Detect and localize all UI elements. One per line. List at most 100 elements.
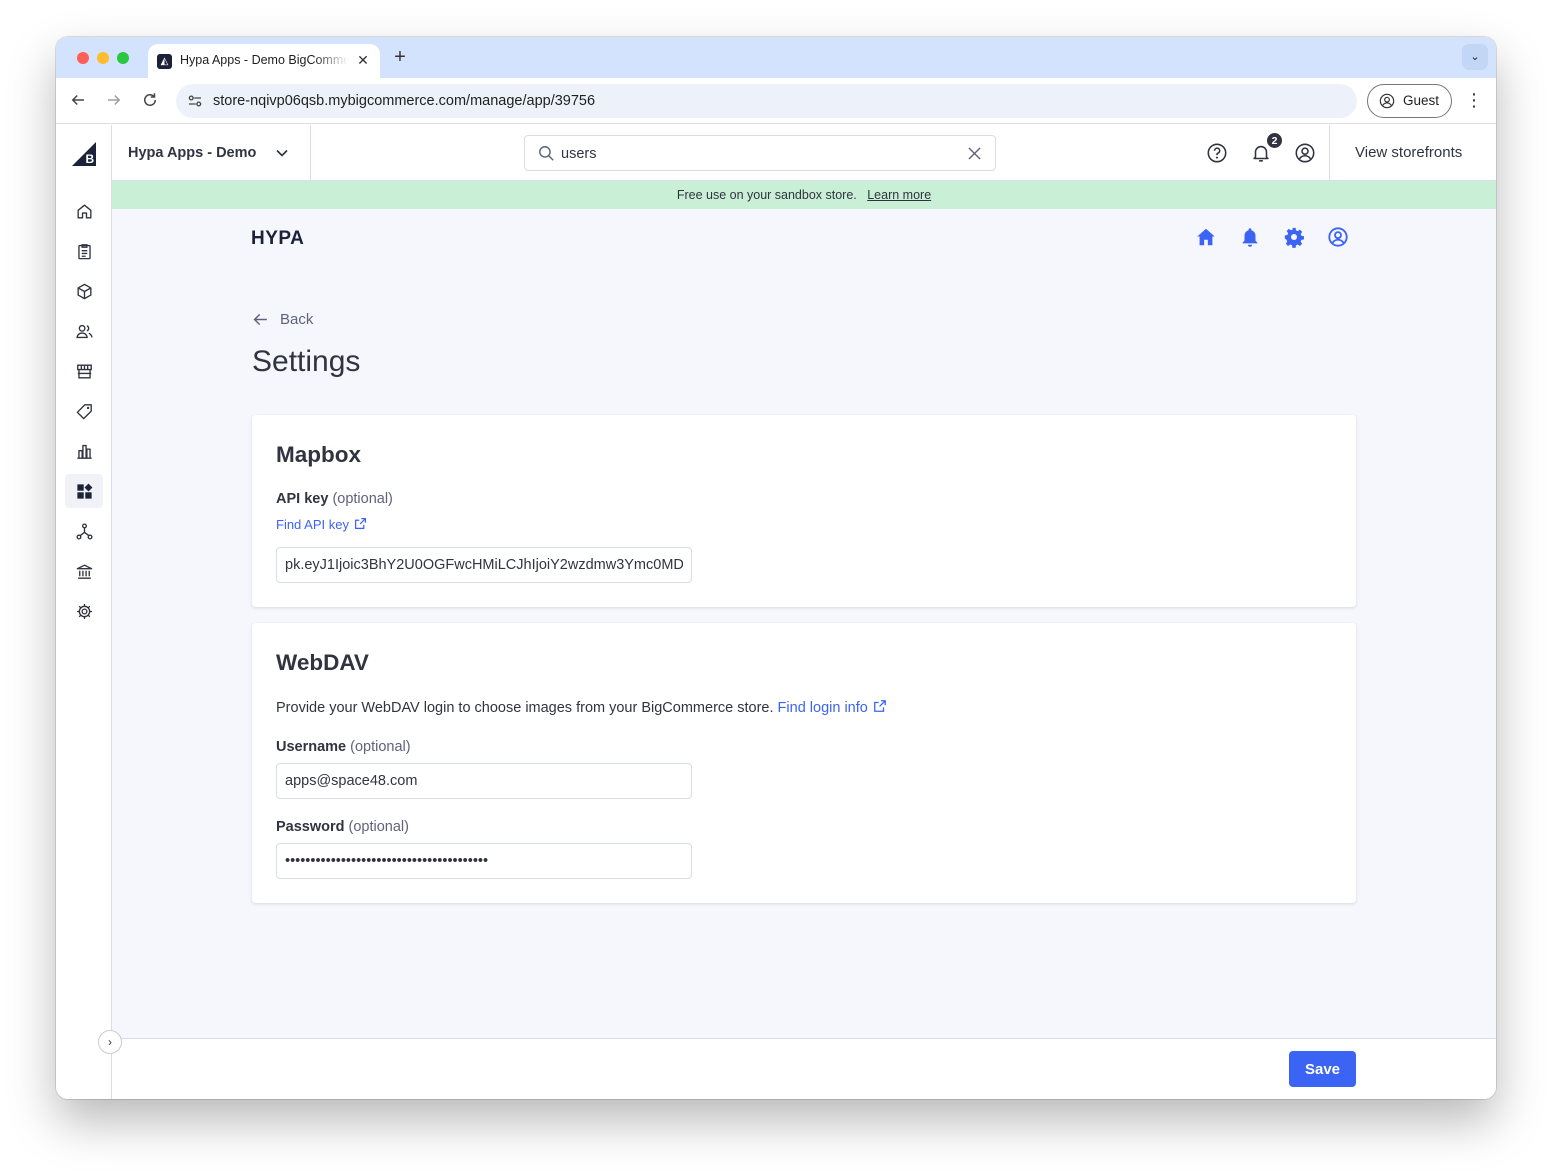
webdav-card: WebDAV Provide your WebDAV login to choo… bbox=[252, 623, 1356, 903]
search-field[interactable] bbox=[524, 135, 996, 171]
minimize-window-button[interactable] bbox=[97, 52, 109, 64]
tab-close-icon[interactable]: ✕ bbox=[354, 51, 372, 69]
storefront-icon bbox=[77, 364, 92, 379]
username-input[interactable] bbox=[276, 763, 692, 799]
clear-search-icon[interactable] bbox=[965, 144, 984, 163]
address-bar[interactable]: store-nqivp06qsb.mybigcommerce.com/manag… bbox=[176, 84, 1357, 118]
store-selector[interactable]: Hypa Apps - Demo bbox=[112, 125, 311, 181]
help-icon[interactable] bbox=[1206, 142, 1228, 164]
sidebar-item-settings[interactable] bbox=[65, 594, 103, 628]
username-label-text: Username bbox=[276, 739, 347, 755]
back-arrow-icon bbox=[253, 313, 267, 326]
sidebar-item-financial[interactable] bbox=[65, 554, 103, 588]
expand-sidebar-chevron-icon[interactable]: › bbox=[98, 1030, 122, 1054]
browser-window: ◭ Hypa Apps - Demo BigCommerce ✕ + ⌄ sto… bbox=[56, 37, 1496, 1099]
sidebar-item-apps[interactable] bbox=[65, 474, 103, 508]
find-login-info-label: Find login info bbox=[777, 700, 868, 716]
forward-arrow-icon[interactable] bbox=[102, 88, 126, 112]
back-label: Back bbox=[280, 311, 314, 328]
reload-icon[interactable] bbox=[138, 88, 162, 112]
sidebar-item-marketing[interactable] bbox=[65, 394, 103, 428]
bigcommerce-logo-icon[interactable]: B bbox=[72, 142, 96, 166]
webdav-description-text: Provide your WebDAV login to choose imag… bbox=[276, 700, 774, 716]
username-label: Username (optional) bbox=[276, 739, 411, 755]
bank-icon bbox=[76, 564, 93, 579]
browser-toolbar: store-nqivp06qsb.mybigcommerce.com/manag… bbox=[56, 78, 1496, 124]
banner-text: Free use on your sandbox store. bbox=[676, 188, 857, 202]
learn-more-link[interactable]: Learn more bbox=[867, 188, 931, 202]
username-optional: (optional) bbox=[350, 739, 411, 755]
sidebar-item-orders[interactable] bbox=[65, 234, 103, 268]
find-login-info-link[interactable]: Find login info bbox=[778, 700, 887, 716]
app-bell-icon[interactable] bbox=[1239, 226, 1261, 248]
clipboard-icon bbox=[78, 244, 91, 260]
search-input[interactable] bbox=[561, 143, 951, 165]
mapbox-title: Mapbox bbox=[276, 442, 362, 467]
close-window-button[interactable] bbox=[77, 52, 89, 64]
new-tab-button[interactable]: + bbox=[389, 46, 411, 68]
password-label-text: Password bbox=[276, 819, 345, 835]
sidebar: B bbox=[56, 125, 112, 1099]
password-optional: (optional) bbox=[348, 819, 409, 835]
notification-count-badge: 2 bbox=[1266, 132, 1283, 149]
sidebar-item-storefront[interactable] bbox=[65, 354, 103, 388]
profile-label: Guest bbox=[1403, 93, 1440, 108]
external-link-icon bbox=[355, 518, 366, 529]
tab-strip: ◭ Hypa Apps - Demo BigCommerce ✕ + ⌄ bbox=[56, 37, 1496, 78]
top-header: Hypa Apps - Demo 2 View storefronts bbox=[112, 125, 1496, 181]
sidebar-item-channels[interactable] bbox=[65, 514, 103, 548]
app-home-icon[interactable] bbox=[1195, 226, 1217, 248]
password-label: Password (optional) bbox=[276, 819, 409, 835]
page-title: Settings bbox=[252, 345, 361, 378]
url-text: store-nqivp06qsb.mybigcommerce.com/manag… bbox=[213, 93, 596, 109]
sidebar-item-home[interactable] bbox=[65, 194, 103, 228]
action-bar: Save bbox=[112, 1038, 1496, 1099]
tab-title: Hypa Apps - Demo BigCommerce bbox=[180, 53, 348, 67]
password-input[interactable] bbox=[276, 843, 692, 879]
account-icon[interactable] bbox=[1294, 142, 1316, 164]
app-account-icon[interactable] bbox=[1327, 226, 1349, 248]
api-key-optional: (optional) bbox=[332, 491, 393, 507]
bigcommerce-favicon-icon: ◭ bbox=[157, 54, 172, 69]
site-settings-icon[interactable] bbox=[186, 92, 204, 110]
home-icon bbox=[77, 204, 92, 219]
tab-search-chevron-icon[interactable]: ⌄ bbox=[1462, 44, 1488, 70]
chevron-down-icon bbox=[276, 149, 288, 157]
customers-icon bbox=[76, 324, 93, 339]
gear-icon bbox=[76, 603, 93, 620]
browser-menu-icon[interactable]: ⋮ bbox=[1462, 88, 1486, 112]
bar-chart-icon bbox=[77, 444, 92, 459]
apps-icon bbox=[77, 483, 93, 499]
mapbox-card: Mapbox API key (optional) Find API key bbox=[252, 415, 1356, 607]
tag-icon bbox=[76, 404, 92, 420]
profile-button[interactable]: Guest bbox=[1367, 84, 1452, 118]
search-icon bbox=[539, 146, 554, 161]
hypa-logo: HYPA bbox=[251, 228, 305, 249]
profile-icon bbox=[1379, 93, 1395, 109]
find-api-key-link[interactable]: Find API key bbox=[276, 517, 367, 532]
sandbox-banner: Free use on your sandbox store. Learn mo… bbox=[112, 181, 1496, 209]
view-storefronts-label: View storefronts bbox=[1355, 144, 1463, 161]
app-content: HYPA Back Settings Mapbox API key (optio… bbox=[112, 209, 1496, 1099]
api-key-label-text: API key bbox=[276, 491, 329, 507]
find-api-key-label: Find API key bbox=[276, 517, 349, 532]
save-button[interactable]: Save bbox=[1289, 1051, 1356, 1087]
sidebar-item-customers[interactable] bbox=[65, 314, 103, 348]
box-icon bbox=[77, 283, 92, 300]
back-arrow-icon[interactable] bbox=[66, 88, 90, 112]
svg-text:B: B bbox=[86, 152, 95, 166]
bigcommerce-control-panel: B › Hypa Apps - Demo users 2 View storef… bbox=[56, 125, 1496, 1099]
browser-tab[interactable]: ◭ Hypa Apps - Demo BigCommerce ✕ bbox=[148, 44, 380, 78]
sidebar-item-products[interactable] bbox=[65, 274, 103, 308]
external-link-icon bbox=[873, 700, 886, 712]
api-key-input[interactable] bbox=[276, 547, 692, 583]
store-name: Hypa Apps - Demo bbox=[128, 145, 257, 161]
webdav-title: WebDAV bbox=[276, 650, 369, 675]
channels-icon bbox=[76, 523, 93, 540]
api-key-label: API key (optional) bbox=[276, 491, 393, 507]
maximize-window-button[interactable] bbox=[117, 52, 129, 64]
app-settings-gear-icon[interactable] bbox=[1283, 226, 1305, 248]
webdav-description: Provide your WebDAV login to choose imag… bbox=[276, 699, 887, 716]
view-storefronts-button[interactable]: View storefronts bbox=[1329, 125, 1496, 181]
sidebar-item-analytics[interactable] bbox=[65, 434, 103, 468]
